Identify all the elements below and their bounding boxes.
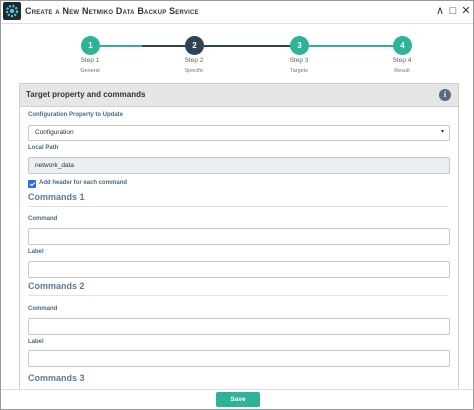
command-2-label: Command (28, 306, 58, 312)
minimize-icon[interactable]: ∧ (434, 4, 446, 18)
panel-header: Target property and commands i (20, 84, 458, 107)
dialog-footer: Save (1, 389, 473, 409)
local-path-label: Local Path (28, 145, 59, 151)
step-2-subtitle: Specific (184, 68, 204, 74)
gear-app-icon (3, 2, 21, 20)
commands-1-heading: Commands 1 (28, 192, 85, 202)
step-connector (204, 45, 291, 47)
step-3-title: Step 3 (289, 57, 309, 64)
step-3-subtitle: Targets (289, 68, 309, 74)
add-header-label: Add header for each command (39, 180, 128, 186)
configuration-property-value: Configuration (35, 129, 74, 136)
restore-icon[interactable]: □ (447, 4, 459, 18)
step-4-title: Step 4 (392, 57, 412, 64)
step-4-circle[interactable]: 4 (393, 36, 412, 55)
step-connector (309, 45, 394, 47)
command-2-input[interactable] (28, 318, 450, 335)
local-path-value: network_data (35, 162, 75, 169)
step-2-title: Step 2 (184, 57, 204, 64)
step-connector (100, 45, 142, 47)
command-1-input[interactable] (28, 228, 450, 245)
section-divider (28, 295, 448, 296)
step-2-circle[interactable]: 2 (185, 36, 204, 55)
caret-down-icon: ▾ (440, 129, 444, 135)
label-2-label: Label (28, 339, 44, 345)
step-3-circle[interactable]: 3 (290, 36, 309, 55)
panel-title: Target property and commands (26, 90, 146, 99)
step-connector (142, 45, 186, 47)
label-1-input[interactable] (28, 261, 450, 278)
info-icon[interactable]: i (439, 89, 451, 101)
wizard-stepper: 1 Step 1 General 2 Step 2 Specific 3 Ste… (1, 25, 473, 83)
window-title: Create a New Netmiko Data Backup Service (25, 6, 199, 16)
commands-2-heading: Commands 2 (28, 281, 85, 291)
local-path-input[interactable]: network_data (28, 157, 450, 174)
step-1-subtitle: General (80, 68, 100, 74)
save-button[interactable]: Save (216, 392, 260, 407)
label-1-label: Label (28, 249, 44, 255)
configuration-property-select[interactable]: Configuration ▾ (28, 125, 450, 141)
step-1-circle[interactable]: 1 (81, 36, 100, 55)
section-divider (28, 206, 448, 207)
step-1-title: Step 1 (80, 57, 100, 64)
step-4-subtitle: Result (394, 68, 410, 74)
commands-3-heading: Commands 3 (28, 373, 85, 383)
add-header-checkbox[interactable] (28, 180, 36, 188)
configuration-property-label: Configuration Property to Update (28, 112, 123, 118)
close-icon[interactable]: ✕ (460, 4, 472, 18)
label-2-input[interactable] (28, 350, 450, 367)
form-panel: Target property and commands i Configura… (19, 83, 459, 390)
command-1-label: Command (28, 216, 58, 222)
title-bar: Create a New Netmiko Data Backup Service… (1, 1, 473, 24)
dialog-window: Create a New Netmiko Data Backup Service… (0, 0, 474, 410)
